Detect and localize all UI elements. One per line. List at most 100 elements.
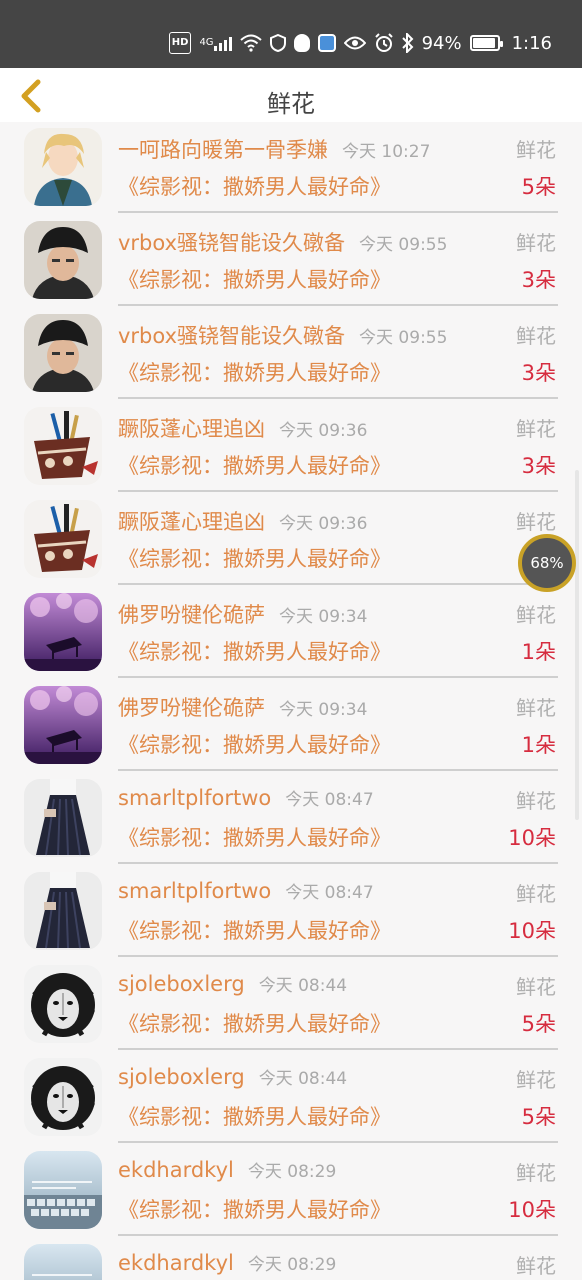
gift-record-row[interactable]: sjoleboxlerg 今天 08:44 鲜花 《综影视：撒娇男人最好命》 5朵 <box>0 957 582 1050</box>
sender-name[interactable]: 佛罗吩犍伦硊萨 <box>118 696 265 720</box>
skirt-avatar[interactable] <box>24 779 102 857</box>
gift-type: 鲜花 <box>516 1254 556 1278</box>
eye-icon <box>343 32 366 54</box>
bucket-hat-avatar[interactable] <box>24 221 102 299</box>
gift-type: 鲜花 <box>516 231 556 255</box>
shield-icon <box>269 32 286 54</box>
sender-name[interactable]: 一呵路向暖第一骨季嫌 <box>118 138 328 162</box>
piano-avatar[interactable] <box>24 686 102 764</box>
skirt-avatar[interactable] <box>24 872 102 950</box>
lion-avatar[interactable] <box>24 965 102 1043</box>
sender-name[interactable]: 蹶阪蓬心理追凶 <box>118 510 265 534</box>
sender-line: sjoleboxlerg 今天 08:44 <box>118 1064 347 1089</box>
gift-type: 鲜花 <box>516 324 556 348</box>
gift-record-row[interactable]: 佛罗吩犍伦硊萨 今天 09:34 鲜花《综影视：撒娇男人最好命》 1朵 <box>0 678 582 771</box>
gift-count: 3朵 <box>521 454 556 478</box>
gift-count: 5朵 <box>521 175 556 199</box>
book-title[interactable]: 《综影视：撒娇男人最好命》 <box>118 915 391 945</box>
floating-progress-badge[interactable]: 68% <box>518 534 576 592</box>
gift-record-row[interactable]: vrbox骚铙智能设久礅备 今天 09:55 鲜花 《综影视：撒娇男人最好命》 3朵 <box>0 213 582 306</box>
sender-name[interactable]: smarltplfortwo <box>118 879 271 903</box>
gift-type: 鲜花 <box>516 138 556 162</box>
badge-value: 68% <box>530 554 564 572</box>
gift-record-row[interactable]: smarltplfortwo 今天 08:47 鲜花 《综影视：撒娇男人最好命》 10朵 <box>0 864 582 957</box>
sender-name[interactable]: ekdhardkyl <box>118 1158 234 1182</box>
gift-record-row[interactable]: 佛罗吩犍伦硊萨 今天 09:34 鲜花 《综影视：撒娇男人最好命》 1朵 <box>0 585 582 678</box>
gift-time: 今天 08:29 <box>247 1255 337 1275</box>
book-title[interactable]: 《综影视：撒娇男人最好命》 <box>118 636 391 666</box>
gift-type: 鲜花 <box>516 603 556 627</box>
page-title: 鲜花 <box>267 90 315 118</box>
gift-count: 5朵 <box>521 1105 556 1129</box>
gift-type: 鲜花 <box>516 417 556 441</box>
sender-name[interactable]: sjoleboxlerg <box>118 972 245 996</box>
book-title[interactable]: 《综影视：撒娇男人最好命》 <box>118 264 391 294</box>
sender-name[interactable]: vrbox骚铙智能设久礅备 <box>118 324 345 348</box>
gift-record-row[interactable]: 蹶阪蓬心理追凶今天 09:36 鲜花《综影视：撒娇男人最好命》 3朵 <box>0 399 582 492</box>
book-title[interactable]: 《综影视：撒娇男人最好命》 <box>118 729 391 759</box>
wifi-icon <box>239 32 262 54</box>
sender-name[interactable]: vrbox骚铙智能设久礅备 <box>118 231 345 255</box>
gift-time: 今天 08:44 <box>258 976 348 996</box>
book-title[interactable]: 《综影视：撒娇男人最好命》 <box>118 450 391 480</box>
sender-line: ekdhardkyl 今天 08:29 <box>118 1250 336 1275</box>
keyboard-avatar[interactable] <box>24 1244 102 1280</box>
book-title[interactable]: 《综影视：撒娇男人最好命》 <box>118 1194 391 1224</box>
book-title[interactable]: 《综影视：撒娇男人最好命》 <box>118 543 391 573</box>
sender-line: 一呵路向暖第一骨季嫌 今天 10:27 <box>118 134 430 164</box>
sender-line: 蹶阪蓬心理追凶 今天 09:36 <box>118 413 367 443</box>
bucket-hat-avatar[interactable] <box>24 314 102 392</box>
gift-record-row[interactable]: smarltplfortwo 今天 08:47 鲜花《综影视：撒娇男人最好命》 10朵 <box>0 771 582 864</box>
gift-time: 今天 08:44 <box>258 1069 348 1089</box>
gift-record-row[interactable]: vrbox骚铙智能设久礅备 今天 09:55 鲜花 《综影视：撒娇男人最好命》 3朵 <box>0 306 582 399</box>
sender-name[interactable]: 佛罗吩犍伦硊萨 <box>118 603 265 627</box>
gift-type: 鲜花 <box>516 789 556 813</box>
gift-type: 鲜花 <box>516 1068 556 1092</box>
piano-avatar[interactable] <box>24 593 102 671</box>
gift-time: 今天 08:47 <box>285 790 374 810</box>
network-type: 4G <box>199 37 214 48</box>
sender-line: 佛罗吩犍伦硊萨 今天 09:34 <box>118 599 367 629</box>
book-title[interactable]: 《综影视：撒娇男人最好命》 <box>118 1008 391 1038</box>
gift-record-row[interactable]: sjoleboxlerg 今天 08:44 鲜花《综影视：撒娇男人最好命》 5朵 <box>0 1050 582 1143</box>
gift-record-row[interactable]: ekdhardkyl今天 08:29鲜花《综影视：撒娇男人最好命》 <box>0 1236 582 1280</box>
status-bar: HD 4G 94% 1:16 <box>0 0 582 68</box>
gift-record-list[interactable]: 一呵路向暖第一骨季嫌 今天 10:27 鲜花 《综影视：撒娇男人最好命》 5朵 vrbox… <box>0 122 582 1280</box>
anime-boy-avatar[interactable] <box>24 128 102 206</box>
sender-name[interactable]: smarltplfortwo <box>118 786 271 810</box>
sender-line: 佛罗吩犍伦硊萨 今天 09:34 <box>118 692 367 722</box>
book-title[interactable]: 《综影视：撒娇男人最好命》 <box>118 1101 391 1131</box>
pen-holder-avatar[interactable] <box>24 407 102 485</box>
battery-icon <box>469 35 503 51</box>
book-title[interactable]: 《综影视：撒娇男人最好命》 <box>118 357 391 387</box>
clock: 1:16 <box>511 32 552 54</box>
sender-line: vrbox骚铙智能设久礅备 今天 09:55 <box>118 320 447 350</box>
sender-line: sjoleboxlerg 今天 08:44 <box>118 971 347 996</box>
sender-name[interactable]: 蹶阪蓬心理追凶 <box>118 417 265 441</box>
cellular-signal-icon: 4G <box>199 32 232 54</box>
gift-time: 今天 09:34 <box>279 700 368 720</box>
gift-count: 10朵 <box>508 1198 556 1222</box>
gift-type: 鲜花 <box>516 882 556 906</box>
gift-type: 鲜花 <box>516 510 556 534</box>
gift-record-row[interactable]: 蹶阪蓬心理追凶今天 09:36鲜花《综影视：撒娇男人最好命》3朵 <box>0 492 582 585</box>
sender-line: vrbox骚铙智能设久礅备 今天 09:55 <box>118 227 447 257</box>
gift-time: 今天 09:36 <box>279 514 368 534</box>
keyboard-avatar[interactable] <box>24 1151 102 1229</box>
scrollbar[interactable] <box>575 470 579 820</box>
app-notification-icon <box>317 32 336 54</box>
gift-type: 鲜花 <box>516 1161 556 1185</box>
gift-count: 1朵 <box>521 733 556 757</box>
book-title[interactable]: 《综影视：撒娇男人最好命》 <box>118 171 391 201</box>
alarm-icon <box>374 32 394 54</box>
lion-avatar[interactable] <box>24 1058 102 1136</box>
gift-record-row[interactable]: 一呵路向暖第一骨季嫌 今天 10:27 鲜花《综影视：撒娇男人最好命》 5朵 <box>0 122 582 213</box>
book-title[interactable]: 《综影视：撒娇男人最好命》 <box>118 822 391 852</box>
gift-record-row[interactable]: ekdhardkyl 今天 08:29 鲜花 《综影视：撒娇男人最好命》 10朵 <box>0 1143 582 1236</box>
sender-line: 蹶阪蓬心理追凶 今天 09:36 <box>118 506 367 536</box>
sender-name[interactable]: sjoleboxlerg <box>118 1065 245 1089</box>
gift-type: 鲜花 <box>516 696 556 720</box>
pen-holder-avatar[interactable] <box>24 500 102 578</box>
gift-count: 10朵 <box>508 826 556 850</box>
sender-name[interactable]: ekdhardkyl <box>118 1251 234 1275</box>
